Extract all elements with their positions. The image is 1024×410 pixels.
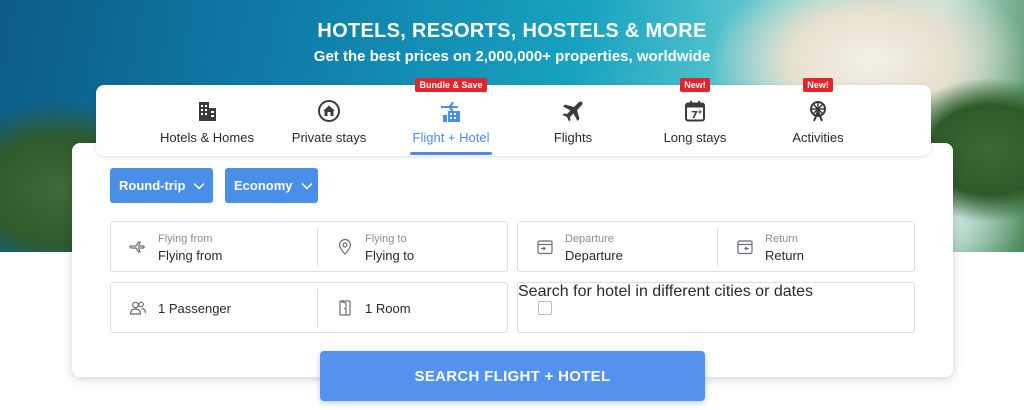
building-icon [199, 102, 216, 121]
ferris-wheel-icon [810, 101, 826, 122]
chevron-down-icon [300, 182, 313, 190]
tab-label: Hotels & Homes [160, 130, 254, 145]
rooms-field[interactable]: 1 Room [318, 283, 508, 332]
tab-flight-hotel[interactable]: Bundle & Save Flight + Hotel [391, 78, 511, 156]
calendar-out-icon [737, 240, 753, 255]
trip-type-value: Round-trip [119, 178, 186, 193]
flying-from-label: Flying from [158, 233, 213, 245]
hero-title: HOTELS, RESORTS, HOSTELS & MORE [317, 20, 707, 42]
new-badge: New! [680, 78, 710, 92]
departure-field[interactable]: Departure Departure [518, 222, 717, 271]
flying-to-label: Flying to [365, 233, 407, 245]
tab-flights[interactable]: Flights [513, 85, 633, 156]
flying-from-field[interactable]: Flying from Flying from [111, 222, 317, 271]
tab-long-stays[interactable]: New! 7 + Long stays [635, 78, 755, 156]
house-icon [318, 100, 340, 122]
flying-from-value: Flying from [158, 248, 223, 263]
tab-label: Flight + Hotel [412, 130, 490, 145]
new-badge: New! [803, 78, 833, 92]
plane-icon [562, 101, 583, 122]
bundle-save-badge: Bundle & Save [415, 78, 487, 92]
occupancy-field: 1 Passenger 1 Room [110, 282, 508, 333]
rooms-value: 1 Room [365, 301, 411, 316]
route-field: Flying from Flying from Flying to Flying… [110, 221, 508, 272]
door-icon [339, 300, 351, 316]
tab-label: Flights [553, 130, 593, 145]
cabin-class-value: Economy [234, 178, 293, 193]
departure-value: Departure [565, 248, 623, 263]
tab-label: Private stays [291, 130, 367, 145]
return-label: Return [765, 233, 799, 245]
departure-label: Departure [565, 233, 614, 245]
search-button[interactable]: SEARCH FLIGHT + HOTEL [320, 351, 705, 401]
location-pin-icon [338, 238, 352, 255]
calendar-7-icon: 7 + [685, 101, 705, 122]
return-field[interactable]: Return Return [718, 222, 915, 271]
flying-to-field[interactable]: Flying to Flying to [318, 222, 508, 271]
users-icon [129, 301, 147, 315]
flight-hotel-icon [441, 102, 460, 122]
flying-to-value: Flying to [365, 248, 415, 263]
calendar-in-icon [537, 240, 553, 255]
trip-type-dropdown[interactable]: Round-trip [110, 168, 213, 203]
active-tab-indicator [410, 152, 492, 155]
different-cities-checkbox[interactable] [538, 301, 552, 315]
hero-subtitle: Get the best prices on 2,000,000+ proper… [313, 48, 711, 65]
tab-private-stays[interactable]: Private stays [269, 85, 389, 156]
cabin-class-dropdown[interactable]: Economy [225, 168, 318, 203]
tab-activities[interactable]: New! Activities [758, 78, 878, 156]
tab-hotels-homes[interactable]: Hotels & Homes [147, 85, 267, 156]
plane-takeoff-icon [129, 241, 145, 253]
svg-text:+: + [697, 108, 703, 116]
different-cities-option[interactable]: Search for hotel in different cities or … [517, 282, 915, 333]
return-value: Return [765, 248, 805, 263]
chevron-down-icon [193, 182, 205, 190]
dates-field: Departure Departure Return Return [517, 221, 915, 272]
different-cities-label: Search for hotel in different cities or … [518, 283, 813, 300]
passengers-field[interactable]: 1 Passenger [111, 283, 317, 332]
tab-label: Long stays [663, 130, 727, 145]
product-tabs: Hotels & Homes Private stays Bundle & Sa… [96, 78, 931, 156]
tab-label: Activities [792, 130, 844, 145]
passengers-value: 1 Passenger [158, 301, 231, 316]
